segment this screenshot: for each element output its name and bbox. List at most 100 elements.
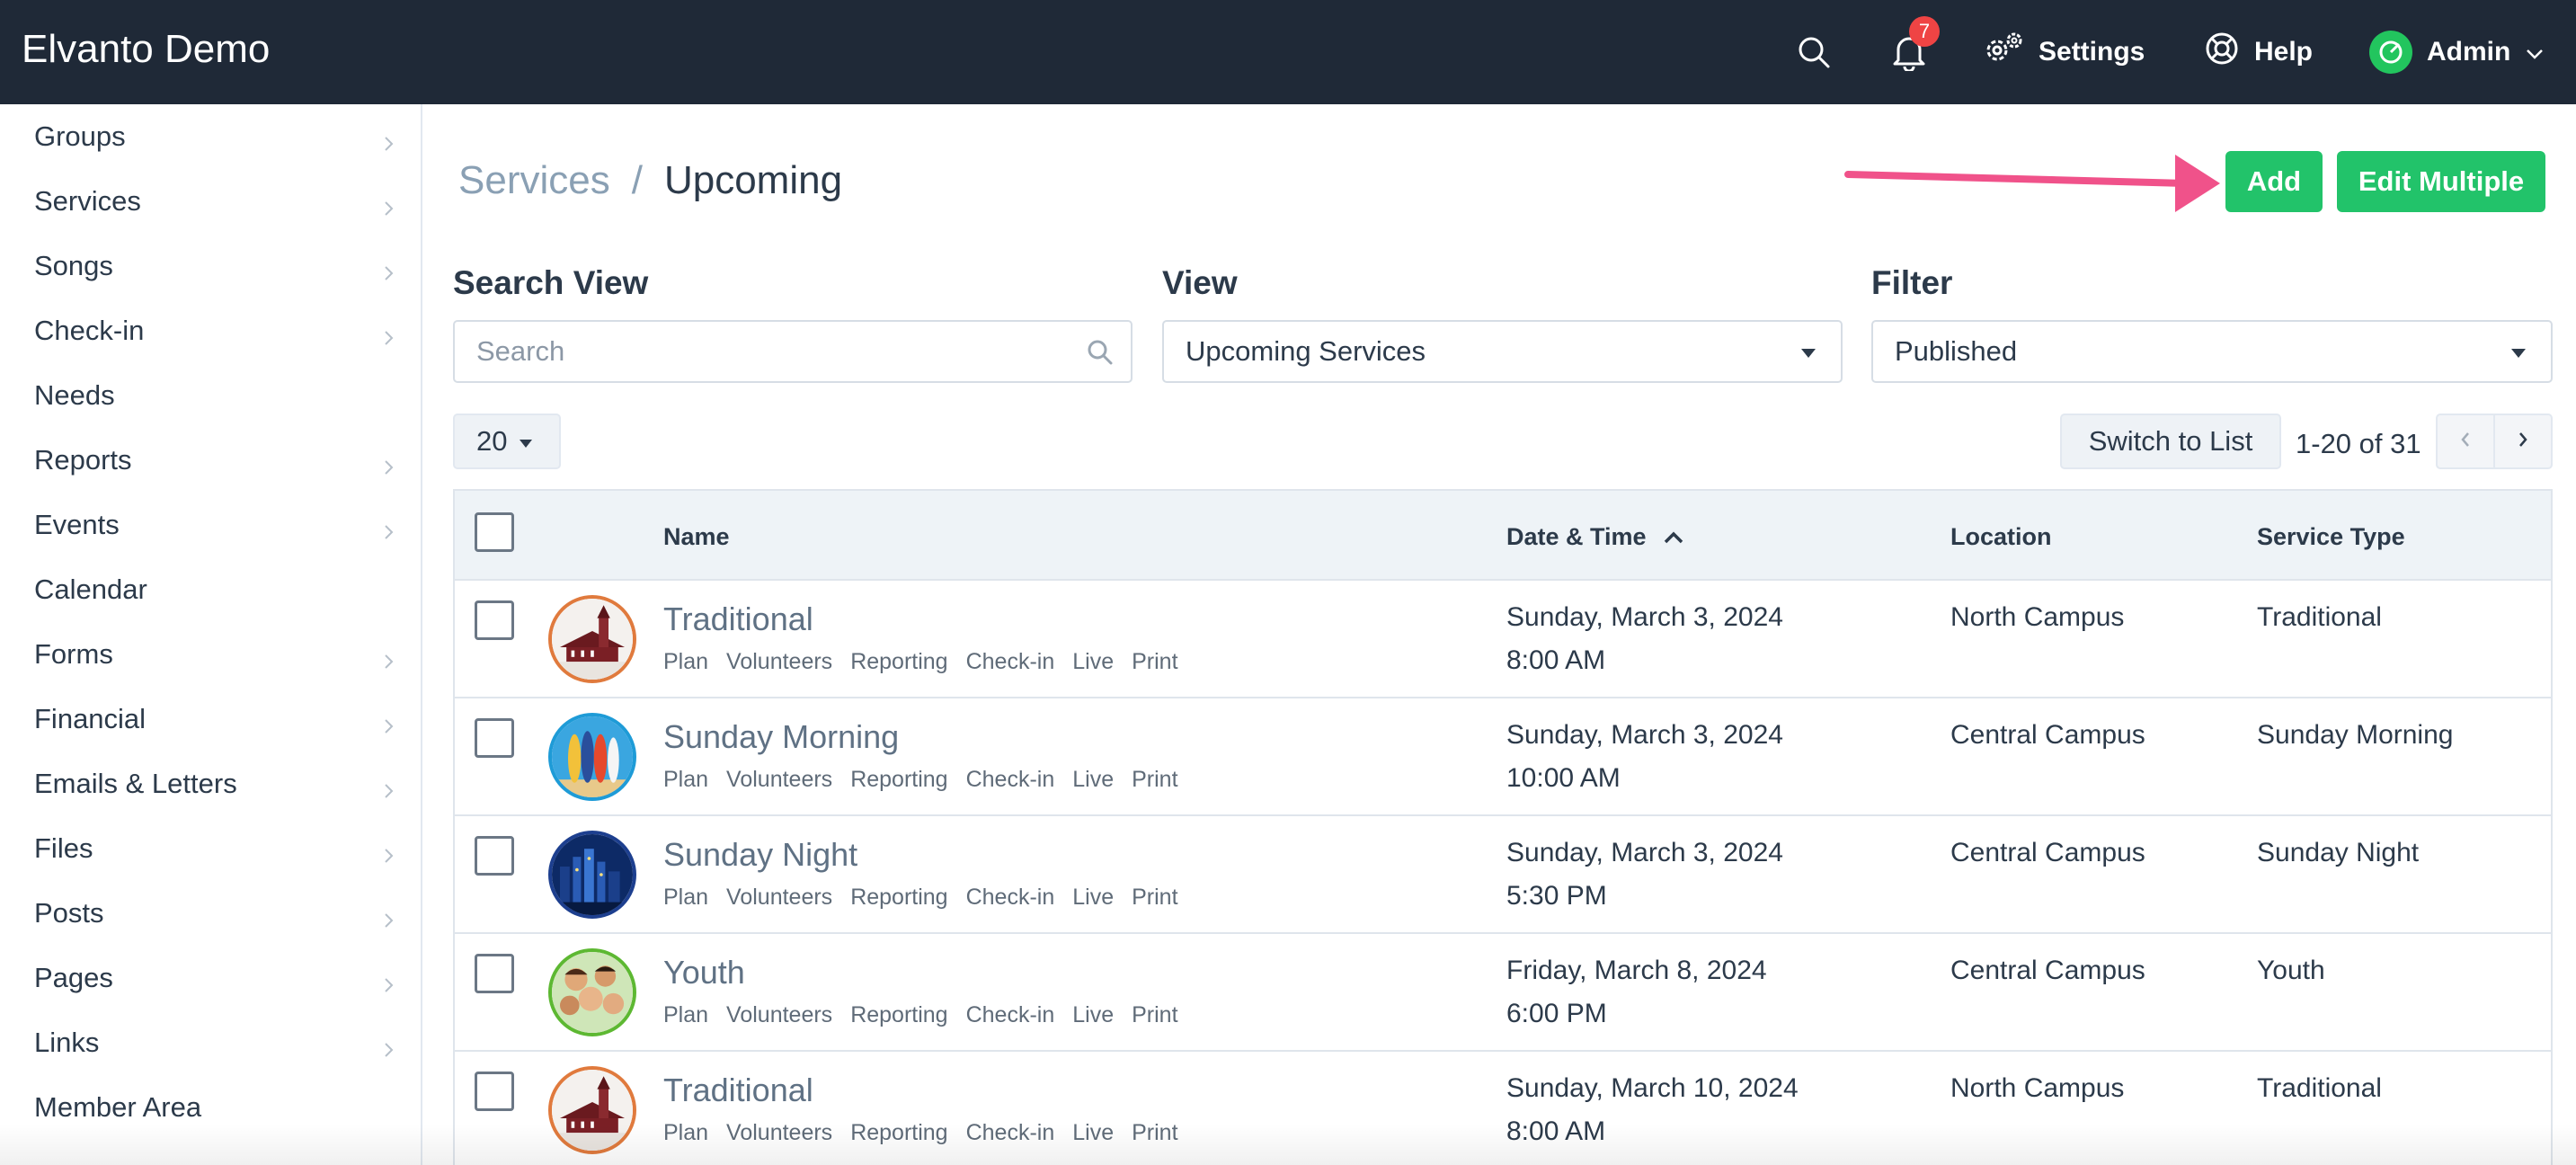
sidebar-item-events[interactable]: Events (0, 493, 421, 557)
chevron-left-icon (2459, 431, 2472, 453)
row-link-plan[interactable]: Plan (663, 649, 708, 675)
sidebar-item-emails-letters[interactable]: Emails & Letters (0, 751, 421, 816)
notification-badge: 7 (1909, 16, 1940, 47)
sidebar-item-needs[interactable]: Needs (0, 363, 421, 428)
page-title: Upcoming (663, 158, 843, 202)
filter-select[interactable]: Published (1871, 320, 2553, 383)
service-thumbnail (548, 595, 636, 683)
sidebar-item-songs[interactable]: Songs (0, 234, 421, 298)
table-row[interactable]: Sunday Morning Plan Volunteers Reporting Che… (455, 698, 2551, 816)
row-link-reporting[interactable]: Reporting (850, 649, 947, 675)
row-checkbox[interactable] (475, 718, 514, 758)
sidebar-item-services[interactable]: Services (0, 169, 421, 234)
breadcrumb-separator: / (631, 158, 643, 202)
sidebar-item-calendar[interactable]: Calendar (0, 557, 421, 622)
view-select[interactable]: Upcoming Services (1162, 320, 1843, 383)
row-link-live[interactable]: Live (1072, 767, 1114, 793)
row-link-check-in[interactable]: Check-in (966, 767, 1055, 793)
row-link-plan[interactable]: Plan (663, 1002, 708, 1028)
column-date-time-label: Date & Time (1506, 523, 1647, 550)
row-link-reporting[interactable]: Reporting (850, 1002, 947, 1028)
row-link-volunteers[interactable]: Volunteers (726, 767, 832, 793)
sidebar-item-files[interactable]: Files (0, 816, 421, 881)
row-link-print[interactable]: Print (1132, 1002, 1177, 1028)
view-select-value: Upcoming Services (1186, 335, 1426, 367)
breadcrumb: Services / Upcoming (458, 158, 842, 203)
service-type: Traditional (2257, 602, 2382, 632)
row-link-live[interactable]: Live (1072, 649, 1114, 675)
service-name-link[interactable]: Traditional (663, 1072, 813, 1109)
row-link-live[interactable]: Live (1072, 1002, 1114, 1028)
row-link-print[interactable]: Print (1132, 649, 1177, 675)
row-link-reporting[interactable]: Reporting (850, 767, 947, 793)
service-location: Central Campus (1950, 956, 2145, 985)
page-size-select[interactable]: 20 (453, 414, 561, 469)
edit-multiple-button[interactable]: Edit Multiple (2337, 151, 2545, 212)
breadcrumb-root[interactable]: Services (458, 158, 610, 202)
service-type: Sunday Night (2257, 838, 2420, 867)
column-name[interactable]: Name (663, 523, 730, 551)
caret-down-icon (2511, 349, 2526, 358)
table-row[interactable]: Sunday Night Plan Volunteers Reporting Check… (455, 816, 2551, 934)
service-time: 5:30 PM (1506, 881, 1607, 911)
column-location[interactable]: Location (1950, 523, 2052, 551)
sidebar-item-label: Files (34, 832, 93, 864)
search-input[interactable]: Search (453, 320, 1133, 383)
row-link-check-in[interactable]: Check-in (966, 885, 1055, 911)
sidebar-item-forms[interactable]: Forms (0, 622, 421, 687)
row-link-check-in[interactable]: Check-in (966, 1002, 1055, 1028)
help-menu[interactable]: Help (2204, 27, 2313, 77)
row-checkbox[interactable] (475, 954, 514, 993)
chevron-right-icon (379, 969, 397, 992)
row-link-plan[interactable]: Plan (663, 767, 708, 793)
sidebar-item-financial[interactable]: Financial (0, 687, 421, 751)
row-link-print[interactable]: Print (1132, 885, 1177, 911)
row-link-check-in[interactable]: Check-in (966, 649, 1055, 675)
service-name-link[interactable]: Sunday Morning (663, 718, 899, 756)
chevron-right-icon (379, 516, 397, 539)
column-date-time[interactable]: Date & Time (1506, 523, 1684, 551)
bottom-shadow (0, 1124, 2576, 1165)
table-row[interactable]: Traditional Plan Volunteers Reporting Check-… (455, 581, 2551, 698)
next-page-button[interactable] (2493, 414, 2553, 469)
select-all-checkbox[interactable] (475, 512, 514, 552)
row-link-reporting[interactable]: Reporting (850, 885, 947, 911)
row-link-volunteers[interactable]: Volunteers (726, 649, 832, 675)
service-name-link[interactable]: Traditional (663, 600, 813, 638)
search-view-label: Search View (453, 264, 649, 301)
sidebar-item-label: Check-in (34, 315, 145, 346)
service-date: Sunday, March 3, 2024 (1506, 838, 1783, 867)
service-type: Traditional (2257, 1073, 2382, 1103)
app-title[interactable]: Elvanto Demo (22, 27, 270, 72)
switch-to-list-button[interactable]: Switch to List (2060, 414, 2281, 469)
service-name-link[interactable]: Youth (663, 954, 745, 992)
settings-menu[interactable]: Settings (1983, 27, 2145, 77)
sidebar-item-pages[interactable]: Pages (0, 946, 421, 1010)
service-time: 10:00 AM (1506, 763, 1621, 793)
prev-page-button[interactable] (2436, 414, 2495, 469)
service-location: North Campus (1950, 602, 2125, 632)
row-link-volunteers[interactable]: Volunteers (726, 1002, 832, 1028)
sidebar-item-posts[interactable]: Posts (0, 881, 421, 946)
row-checkbox[interactable] (475, 836, 514, 876)
table-row[interactable]: Youth Plan Volunteers Reporting Check-in Live… (455, 934, 2551, 1052)
user-menu[interactable]: Admin (2369, 27, 2545, 77)
sidebar-item-links[interactable]: Links (0, 1010, 421, 1075)
sidebar-item-label: Financial (34, 703, 147, 734)
sidebar-item-check-in[interactable]: Check-in (0, 298, 421, 363)
row-link-volunteers[interactable]: Volunteers (726, 885, 832, 911)
row-link-plan[interactable]: Plan (663, 885, 708, 911)
row-checkbox[interactable] (475, 600, 514, 640)
row-action-links: Plan Volunteers Reporting Check-in Live Print (663, 885, 1178, 911)
add-button[interactable]: Add (2225, 151, 2323, 212)
row-link-live[interactable]: Live (1072, 885, 1114, 911)
sidebar-item-reports[interactable]: Reports (0, 428, 421, 493)
sidebar-item-groups[interactable]: Groups (0, 104, 421, 169)
column-service-type[interactable]: Service Type (2257, 523, 2405, 551)
sidebar-item-label: Groups (34, 120, 126, 152)
chevron-right-icon (379, 1034, 397, 1057)
service-name-link[interactable]: Sunday Night (663, 836, 857, 874)
row-checkbox[interactable] (475, 1072, 514, 1111)
search-icon[interactable] (1790, 29, 1837, 76)
row-link-print[interactable]: Print (1132, 767, 1177, 793)
